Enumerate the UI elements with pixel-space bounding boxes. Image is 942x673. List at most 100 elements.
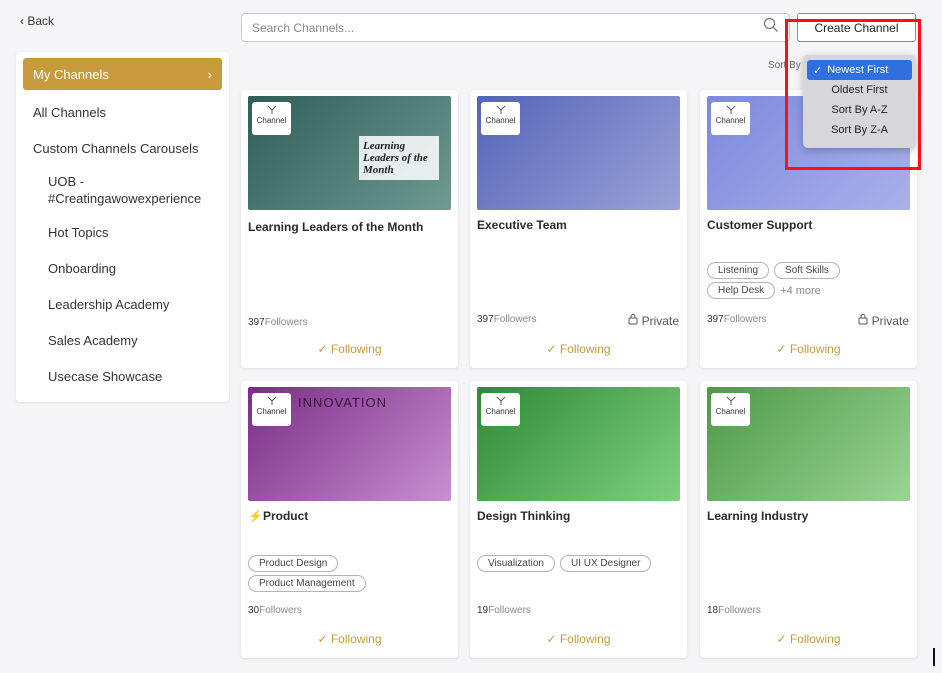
channel-title[interactable]: Executive Team xyxy=(477,218,567,232)
sidebar-item-label: UOB - #Creatingawowexperience xyxy=(48,174,202,206)
chevron-right-icon: › xyxy=(207,66,212,82)
sidebar-item-onboarding[interactable]: Onboarding xyxy=(23,250,222,286)
channel-title[interactable]: Design Thinking xyxy=(477,509,570,523)
followers-label: Followers xyxy=(493,314,537,325)
tag-chip[interactable]: Product Design xyxy=(248,555,339,572)
channel-branch-icon xyxy=(252,396,291,406)
sort-option[interactable]: Oldest First xyxy=(807,80,912,100)
following-button[interactable]: ✓ Following xyxy=(470,342,687,356)
followers-count: 397Followers xyxy=(707,314,766,325)
lock-icon xyxy=(627,313,639,328)
channel-badge-label: Channel xyxy=(256,116,287,125)
following-label: Following xyxy=(559,342,611,356)
following-label: Following xyxy=(789,632,841,646)
sidebar-item-my-channels[interactable]: My Channels › xyxy=(23,58,222,90)
thumbnail-caption: Learning Leaders of the Month xyxy=(359,136,439,180)
sort-option[interactable]: Sort By Z-A xyxy=(807,120,912,140)
tag-chip[interactable]: Soft Skills xyxy=(774,262,840,279)
followers-count: 397Followers xyxy=(248,317,307,328)
sidebar-item-label: Hot Topics xyxy=(48,224,109,240)
create-channel-button[interactable]: Create Channel xyxy=(797,13,916,42)
channel-badge: Channel xyxy=(252,393,291,426)
back-link[interactable]: ‹ Back xyxy=(20,14,54,28)
channel-card[interactable]: Channel Executive Team 397Followers Private… xyxy=(470,90,687,368)
search-input[interactable]: Search Channels... xyxy=(241,13,790,42)
channel-card[interactable]: Channel Design Thinking Visualization UI UX… xyxy=(470,381,687,658)
tag-chip[interactable]: Help Desk xyxy=(707,282,776,299)
followers-number: 397 xyxy=(707,314,724,325)
sidebar-item-uob[interactable]: UOB - #Creatingawowexperience xyxy=(23,166,222,214)
channel-card[interactable]: Channel Learning Industry 18Followers ✓ Fol… xyxy=(700,381,917,658)
sidebar-item-label: Usecase Showcase xyxy=(48,368,163,384)
sidebar-item-leadership-academy[interactable]: Leadership Academy xyxy=(23,286,222,322)
sidebar-item-hot-topics[interactable]: Hot Topics xyxy=(23,214,222,250)
followers-count: 397Followers xyxy=(477,314,536,325)
following-label: Following xyxy=(559,632,611,646)
sidebar-item-all-channels[interactable]: All Channels xyxy=(23,94,222,130)
channel-branch-icon xyxy=(481,105,520,115)
followers-label: Followers xyxy=(488,605,531,616)
following-button[interactable]: ✓ Following xyxy=(700,342,917,356)
search-placeholder: Search Channels... xyxy=(252,20,355,35)
sort-dropdown-menu: ✓ Newest First Oldest First Sort By A-Z Sort… xyxy=(803,55,916,148)
channel-title[interactable]: ⚡Product xyxy=(248,509,308,523)
following-button[interactable]: ✓ Following xyxy=(470,632,687,646)
channel-branch-icon xyxy=(711,396,750,406)
channel-thumbnail[interactable]: INNOVATION Channel xyxy=(248,387,451,501)
check-icon: ✓ xyxy=(317,632,331,646)
back-label: Back xyxy=(27,14,55,28)
more-tags-link[interactable]: +4 more xyxy=(780,285,821,297)
sort-option[interactable]: Sort By A-Z xyxy=(807,100,912,120)
sidebar-item-custom-channels-carousels[interactable]: Custom Channels Carousels xyxy=(23,130,222,166)
channel-badge-label: Channel xyxy=(256,407,287,416)
channel-title[interactable]: Customer Support xyxy=(707,218,812,232)
channel-card[interactable]: INNOVATION Channel ⚡Product Product Design P… xyxy=(241,381,458,658)
channel-badge-label: Channel xyxy=(485,116,516,125)
thumbnail-caption: INNOVATION xyxy=(298,395,387,410)
following-label: Following xyxy=(330,342,382,356)
search-icon[interactable] xyxy=(763,17,779,38)
private-label: Private xyxy=(871,313,909,328)
tag-chip[interactable]: Product Management xyxy=(248,575,366,592)
channel-card[interactable]: Learning Leaders of the Month Channel Lear… xyxy=(241,90,458,368)
tag-chip[interactable]: UI UX Designer xyxy=(559,555,652,572)
sidebar-item-label: Sales Academy xyxy=(48,332,138,348)
checkmark-icon: ✓ xyxy=(813,64,823,77)
sort-option[interactable]: ✓ Newest First xyxy=(807,60,912,80)
channel-thumbnail[interactable]: Learning Leaders of the Month Channel xyxy=(248,96,451,210)
sort-option-label: Sort By A-Z xyxy=(831,104,888,116)
check-icon: ✓ xyxy=(317,342,331,356)
followers-label: Followers xyxy=(259,605,302,616)
lock-icon xyxy=(857,313,869,328)
sidebar-item-label: Onboarding xyxy=(48,260,116,276)
sort-option-label: Oldest First xyxy=(831,84,888,96)
followers-count: 30Followers xyxy=(248,605,302,616)
private-indicator: Private xyxy=(627,313,679,328)
following-button[interactable]: ✓ Following xyxy=(241,342,458,356)
following-button[interactable]: ✓ Following xyxy=(700,632,917,646)
tag-chip[interactable]: Visualization xyxy=(477,555,555,572)
tag-list: Listening Soft Skills Help Desk +4 more xyxy=(707,262,912,299)
channel-thumbnail[interactable]: Channel xyxy=(477,96,680,210)
followers-count: 18Followers xyxy=(707,605,761,616)
sidebar-item-sales-academy[interactable]: Sales Academy xyxy=(23,322,222,358)
check-icon: ✓ xyxy=(546,342,560,356)
sidebar-item-usecase-showcase[interactable]: Usecase Showcase xyxy=(23,358,222,394)
followers-number: 397 xyxy=(248,317,265,328)
tag-list: Visualization UI UX Designer xyxy=(477,555,682,572)
followers-number: 19 xyxy=(477,605,489,616)
chevron-left-icon: ‹ xyxy=(20,14,24,28)
check-icon: ✓ xyxy=(776,632,790,646)
channel-badge-label: Channel xyxy=(485,407,516,416)
followers-number: 397 xyxy=(477,314,494,325)
channel-thumbnail[interactable]: Channel xyxy=(707,387,910,501)
check-icon: ✓ xyxy=(776,342,790,356)
following-button[interactable]: ✓ Following xyxy=(241,632,458,646)
channel-title[interactable]: Learning Industry xyxy=(707,509,808,523)
sidebar-item-label: My Channels xyxy=(33,66,109,82)
channel-title[interactable]: Learning Leaders of the Month xyxy=(248,220,423,234)
tag-chip[interactable]: Listening xyxy=(707,262,770,279)
check-icon: ✓ xyxy=(546,632,560,646)
channel-thumbnail[interactable]: Channel xyxy=(477,387,680,501)
channel-badge: Channel xyxy=(481,393,520,426)
